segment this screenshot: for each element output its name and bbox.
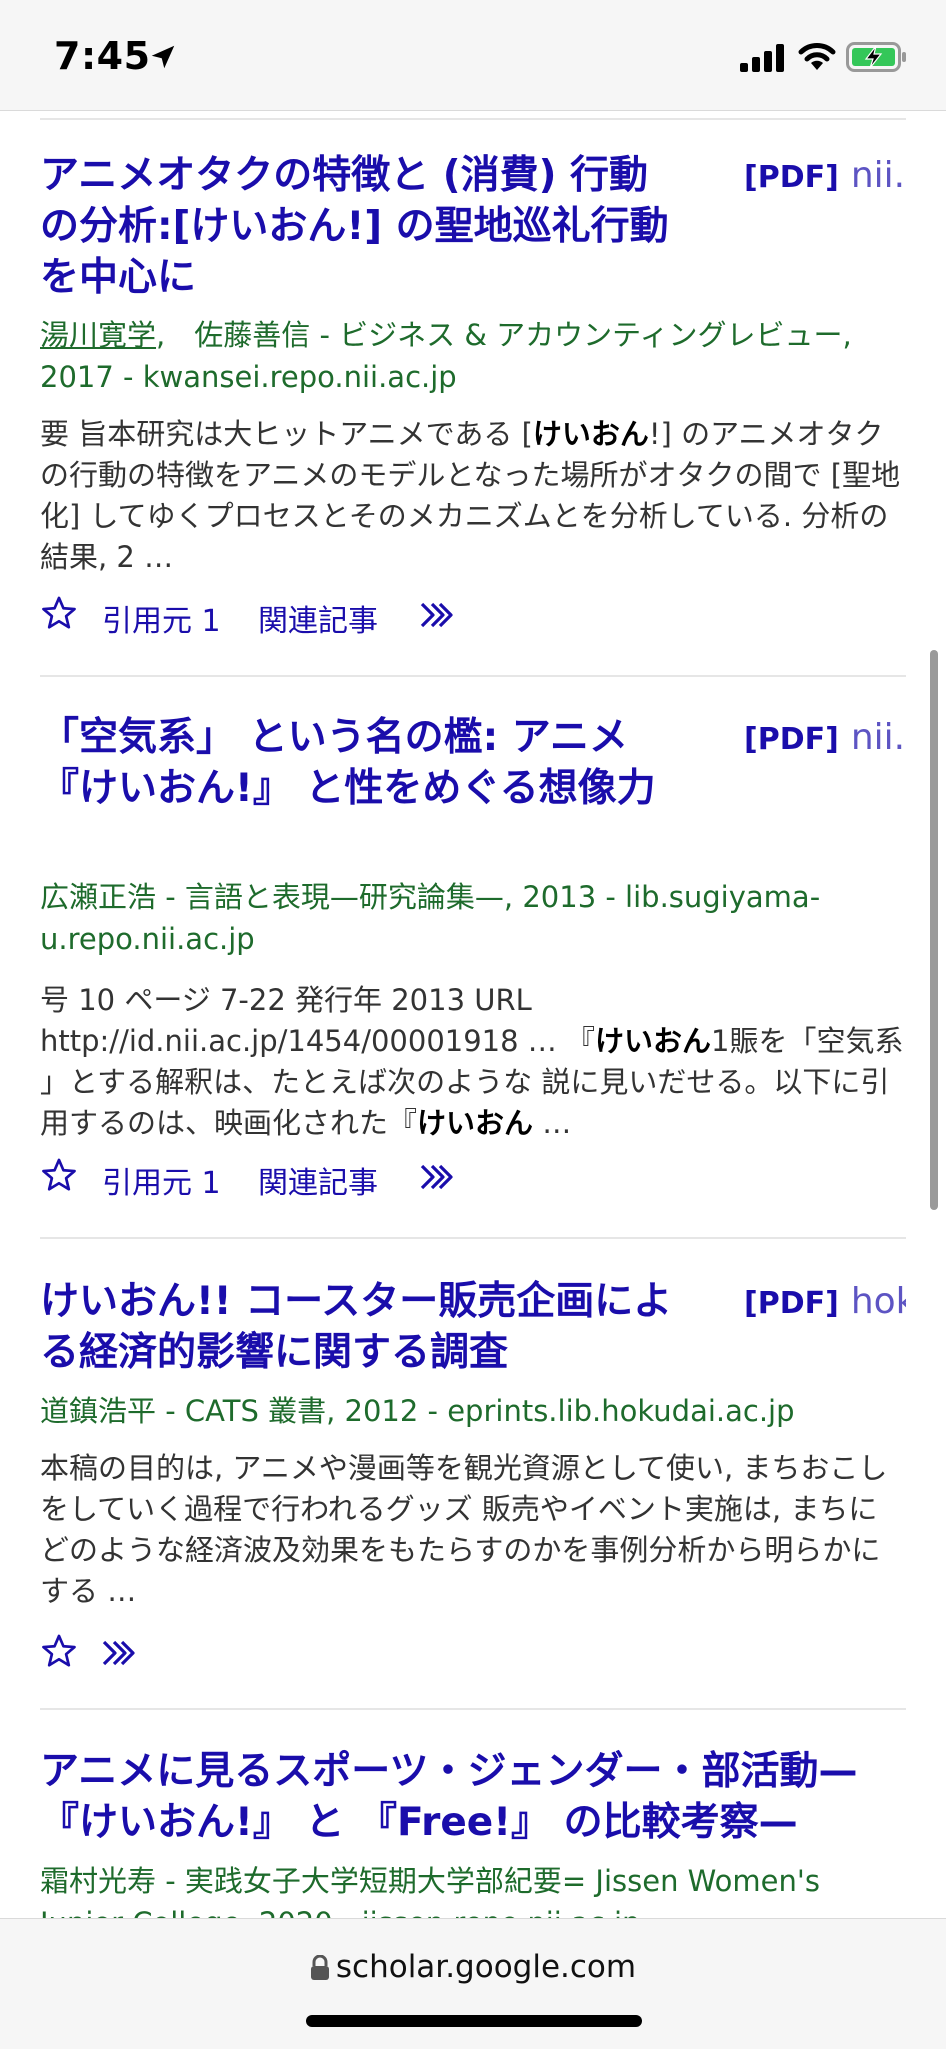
related-articles-link[interactable]: 関連記事 (258, 596, 378, 640)
text-segment: 本稿の目的は, アニメや漫画等を観光資源として使い, まちおこしをしていく過程で… (40, 1451, 888, 1608)
pdf-link[interactable]: [PDF]hokudai.ac.jp (744, 1276, 906, 1329)
query-highlight: けいおん (532, 417, 649, 451)
result-actions: 引用元 1 関連記事 (40, 590, 906, 640)
result-authors: 広瀬正浩 - 言語と表現—研究論集—, 2013 - lib.sugiyama-… (40, 880, 821, 956)
query-highlight: けいおん (595, 1024, 712, 1058)
result-snippet: 本稿の目的は, アニメや漫画等を観光資源として使い, まちおこしをしていく過程で… (40, 1448, 906, 1612)
text-segment: !』 と性をめぐる想像力 (235, 766, 656, 811)
result-authors: 霜村光寿 - 実践女子大学短期大学部紀要= Jissen Women's Jun… (40, 1864, 820, 1918)
result-authors: 湯川寛学, 佐藤善信 - ビジネス & アカウンティングレビュー, 2017 -… (40, 318, 852, 394)
divider (40, 1708, 906, 1710)
result-title-link[interactable]: 「空気系」 という名の檻: アニメ『けいおん!』 と性をめぐる想像力 (40, 712, 680, 814)
battery-charging-icon (846, 42, 906, 72)
divider (40, 1237, 906, 1239)
result-snippet: 号 10 ページ 7-22 発行年 2013 URL http://id.nii… (40, 980, 906, 1144)
search-results-list: アニメオタクの特徴と (消費) 行動の分析:[けいおん!] の聖地巡礼行動を中心… (0, 110, 946, 1918)
query-highlight: けいおん (40, 1279, 197, 1324)
text-segment: !』 と 『Free!』 の比較考察— (235, 1800, 798, 1845)
scrollbar[interactable] (930, 650, 938, 1210)
pdf-link[interactable]: [PDF]nii.ac.jp (744, 712, 906, 765)
result-item: アニメオタクの特徴と (消費) 行動の分析:[けいおん!] の聖地巡礼行動を中心… (40, 150, 906, 670)
star-icon[interactable] (40, 594, 78, 632)
divider (40, 675, 906, 677)
divider (40, 118, 906, 120)
text-segment: … (533, 1106, 572, 1140)
result-title-link[interactable]: けいおん!! コースター販売企画による経済的影響に関する調査 (40, 1276, 680, 1378)
status-bar: 7:45 (0, 0, 946, 111)
result-snippet: 要 旨本研究は大ヒットアニメである [けいおん!] のアニメオタクの行動の特徴を… (40, 414, 906, 578)
more-chevrons-icon[interactable] (100, 1638, 140, 1668)
result-authors: 道鎮浩平 - CATS 叢書, 2012 - eprints.lib.hokud… (40, 1394, 795, 1428)
star-icon[interactable] (40, 1156, 78, 1194)
status-time: 7:45 (54, 34, 151, 78)
star-icon[interactable] (40, 1632, 78, 1670)
pdf-link[interactable]: [PDF]nii.ac.jp (744, 150, 906, 203)
text-segment: 要 旨本研究は大ヒットアニメである [ (40, 417, 533, 451)
url-bar[interactable]: scholar.google.com (0, 1918, 946, 2049)
result-actions (40, 1628, 906, 1678)
more-chevrons-icon[interactable] (418, 1162, 458, 1192)
query-highlight: けいおん (417, 1106, 534, 1140)
result-actions: 引用元 1 関連記事 (40, 1152, 906, 1202)
author-link[interactable]: 湯川寛学 (40, 318, 156, 352)
text-segment: 号 10 ページ 7-22 発行年 2013 URL http://id.nii… (40, 983, 596, 1058)
query-highlight: けいおん (79, 766, 236, 811)
cited-by-link[interactable]: 引用元 1 (102, 1158, 221, 1202)
url-text: scholar.google.com (335, 1949, 637, 1985)
result-item: けいおん!! コースター販売企画による経済的影響に関する調査 [PDF]hoku… (40, 1276, 906, 1696)
related-articles-link[interactable]: 関連記事 (258, 1158, 378, 1202)
query-highlight: けいおん (190, 204, 347, 249)
lock-icon (310, 1955, 329, 1980)
query-highlight: けいおん (79, 1800, 236, 1845)
result-title-link[interactable]: アニメに見るスポーツ・ジェンダー・部活動—『けいおん!』 と 『Free!』 の… (40, 1746, 906, 1848)
home-indicator[interactable] (306, 2015, 642, 2027)
result-item: アニメに見るスポーツ・ジェンダー・部活動—『けいおん!』 と 『Free!』 の… (40, 1746, 906, 1918)
cellular-signal-icon (740, 44, 784, 72)
cited-by-link[interactable]: 引用元 1 (102, 596, 221, 640)
result-title-link[interactable]: アニメオタクの特徴と (消費) 行動の分析:[けいおん!] の聖地巡礼行動を中心… (40, 150, 680, 303)
wifi-icon (798, 43, 836, 70)
more-chevrons-icon[interactable] (418, 600, 458, 630)
location-arrow-icon (151, 45, 175, 69)
result-item: 「空気系」 という名の檻: アニメ『けいおん!』 と性をめぐる想像力 [PDF]… (40, 712, 906, 1232)
url-display[interactable]: scholar.google.com (0, 1949, 946, 1985)
